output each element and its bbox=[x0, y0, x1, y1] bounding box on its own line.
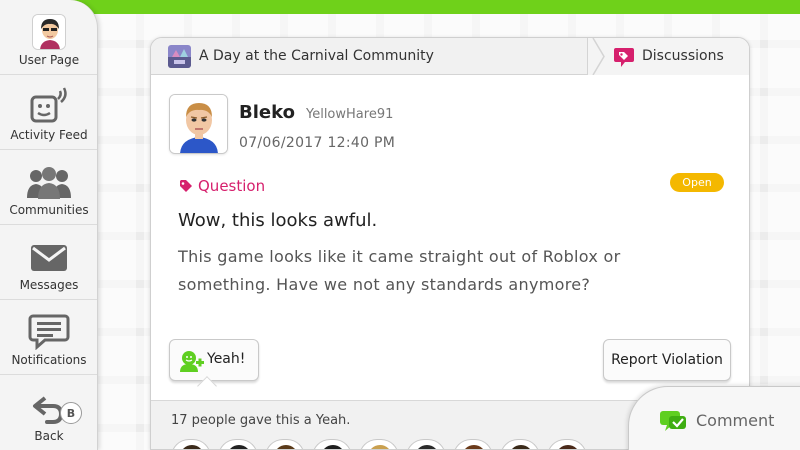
yeah-avatar[interactable] bbox=[265, 439, 305, 449]
sidebar-item-user-page[interactable]: User Page bbox=[0, 0, 97, 75]
post-title: Wow, this looks awful. bbox=[178, 210, 378, 231]
envelope-icon bbox=[31, 245, 67, 271]
post-timestamp: 07/06/2017 12:40 PM bbox=[239, 135, 396, 151]
sidebar-item-messages[interactable]: Messages bbox=[0, 225, 97, 300]
yeah-avatar[interactable] bbox=[406, 439, 446, 449]
post-body: This game looks like it came straight ou… bbox=[178, 247, 621, 294]
yeah-icon bbox=[180, 351, 204, 372]
sidebar-label-back: Back bbox=[34, 429, 64, 443]
sidebar-item-notifications[interactable]: Notifications bbox=[0, 300, 97, 375]
discussions-tab[interactable]: Discussions bbox=[587, 38, 749, 75]
activity-feed-icon bbox=[30, 87, 67, 123]
sidebar-item-communities[interactable]: Communities bbox=[0, 150, 97, 225]
discussion-tag-icon bbox=[614, 48, 634, 67]
sidebar-item-activity-feed[interactable]: Activity Feed bbox=[0, 75, 97, 150]
top-accent-bar bbox=[0, 0, 800, 14]
sidebar-item-back[interactable]: Back bbox=[0, 375, 97, 450]
yeah-avatars bbox=[171, 439, 594, 449]
chevron-right-icon bbox=[592, 38, 605, 75]
notifications-icon bbox=[28, 314, 70, 350]
yeah-label: Yeah! bbox=[207, 351, 246, 367]
yeah-avatar[interactable] bbox=[453, 439, 493, 449]
report-violation-button[interactable]: Report Violation bbox=[603, 339, 731, 381]
author-avatar[interactable] bbox=[169, 94, 228, 154]
community-title[interactable]: A Day at the Carnival Community bbox=[199, 38, 434, 75]
sidebar-label-activity-feed: Activity Feed bbox=[10, 128, 88, 142]
yeah-avatar[interactable] bbox=[312, 439, 352, 449]
sidebar-label-communities: Communities bbox=[9, 203, 89, 217]
comment-icon bbox=[660, 411, 686, 431]
yeah-avatar[interactable] bbox=[500, 439, 540, 449]
sidebar: User Page Activity Feed Communities Mess… bbox=[0, 0, 98, 450]
yeah-count: 17 people gave this a Yeah. bbox=[171, 413, 351, 428]
sidebar-label-messages: Messages bbox=[19, 278, 79, 292]
discussions-label: Discussions bbox=[642, 48, 724, 64]
communities-icon bbox=[27, 167, 71, 199]
tag-icon bbox=[180, 180, 192, 192]
user-avatar bbox=[32, 14, 66, 50]
b-button-hint: B bbox=[60, 402, 82, 424]
yeah-button[interactable]: Yeah! bbox=[169, 339, 259, 381]
yeah-avatar[interactable] bbox=[547, 439, 587, 449]
sidebar-label-notifications: Notifications bbox=[11, 353, 87, 367]
comment-label: Comment bbox=[696, 411, 775, 430]
yeah-avatar[interactable] bbox=[218, 439, 258, 449]
comment-button[interactable]: Comment bbox=[628, 386, 800, 450]
author-name[interactable]: Bleko bbox=[239, 102, 295, 123]
status-badge: Open bbox=[670, 173, 724, 192]
post-topic-tag: Question bbox=[179, 177, 265, 195]
yeah-avatar[interactable] bbox=[359, 439, 399, 449]
author-nnid: YellowHare91 bbox=[306, 107, 394, 122]
community-thumbnail bbox=[168, 45, 191, 68]
post-topic-label: Question bbox=[198, 177, 266, 195]
community-header: A Day at the Carnival Community Discussi… bbox=[151, 38, 749, 75]
yeah-avatar[interactable] bbox=[171, 439, 211, 449]
sidebar-label-user-page: User Page bbox=[18, 53, 80, 67]
